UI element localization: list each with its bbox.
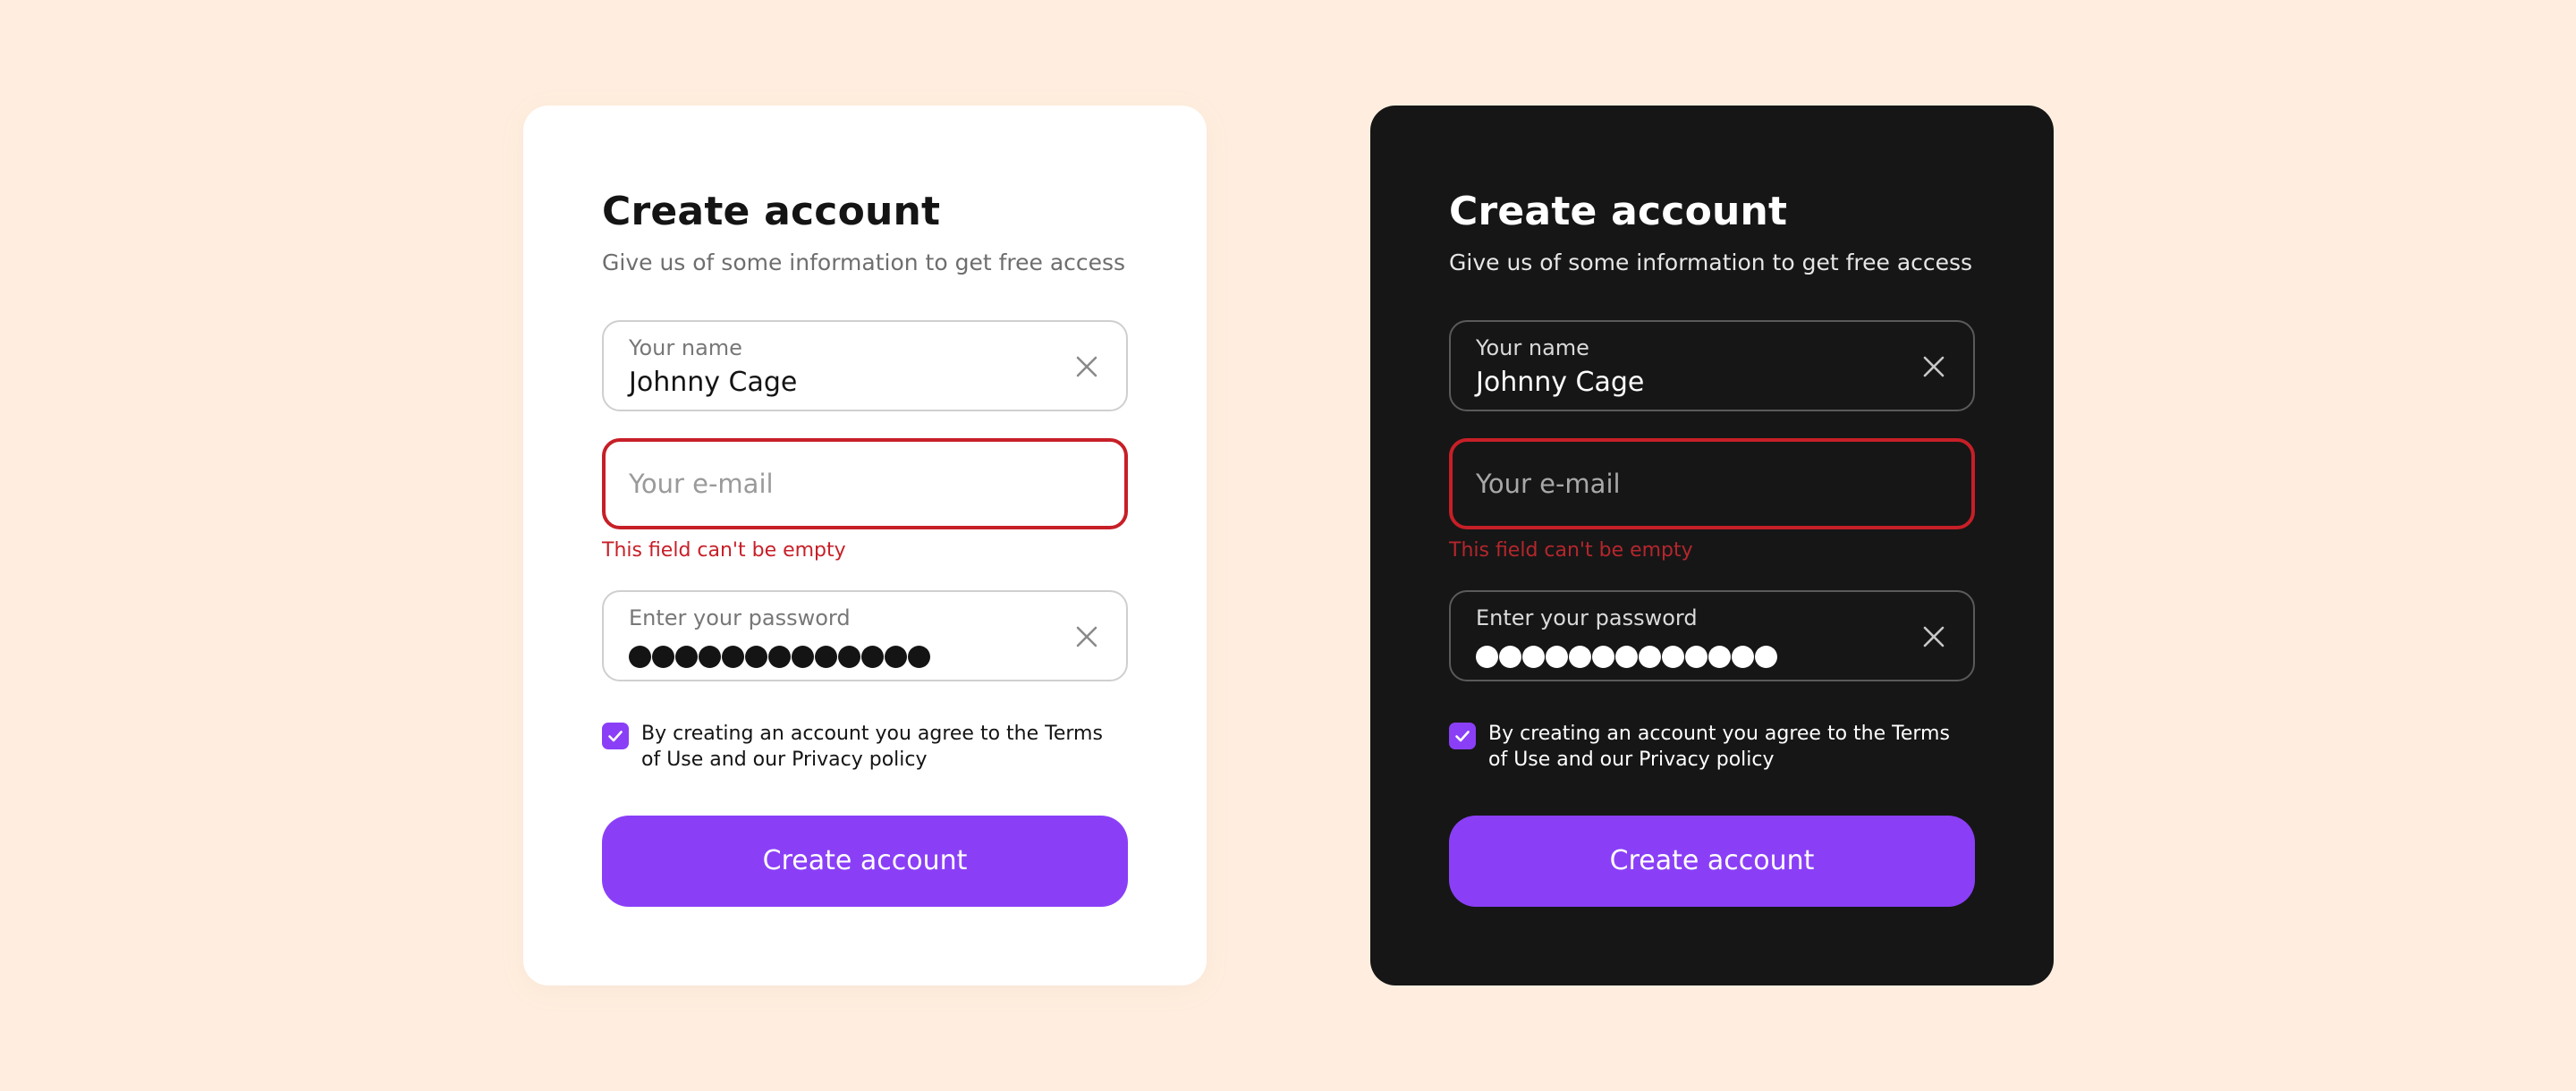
password-mask-dot: [1569, 646, 1591, 668]
password-mask-dot: [1476, 646, 1498, 668]
password-mask-dot: [745, 646, 767, 668]
close-icon[interactable]: [1074, 354, 1099, 379]
password-mask[interactable]: [629, 646, 930, 668]
password-mask-dot: [768, 646, 791, 668]
password-mask-dot: [722, 646, 744, 668]
page-subtitle: Give us of some information to get free …: [1449, 249, 1973, 275]
password-mask-dot: [908, 646, 930, 668]
terms-text: By creating an account you agree to the …: [641, 723, 1103, 771]
password-mask-dot: [652, 646, 674, 668]
password-field-label: Enter your password: [629, 605, 851, 630]
password-mask-dot: [838, 646, 860, 668]
page-subtitle: Give us of some information to get free …: [602, 249, 1126, 275]
close-icon[interactable]: [1074, 624, 1099, 649]
password-mask-dot: [1662, 646, 1684, 668]
terms-checkbox[interactable]: [602, 723, 629, 749]
password-mask-dot: [1546, 646, 1568, 668]
email-field[interactable]: Your e-mail: [1449, 438, 1975, 529]
password-mask-dot: [1592, 646, 1614, 668]
password-mask-dot: [1522, 646, 1545, 668]
password-mask-dot: [629, 646, 651, 668]
password-mask-dot: [1708, 646, 1731, 668]
create-account-card-dark: Create account Give us of some informati…: [1370, 106, 2054, 985]
close-icon[interactable]: [1921, 624, 1946, 649]
page-title: Create account: [602, 189, 941, 234]
password-mask[interactable]: [1476, 646, 1777, 668]
name-field-label: Your name: [1476, 335, 1589, 360]
password-field[interactable]: Enter your password: [1449, 590, 1975, 681]
email-error-message: This field can't be empty: [1449, 539, 1693, 562]
email-field-placeholder: Your e-mail: [1476, 469, 1621, 499]
close-icon[interactable]: [1921, 354, 1946, 379]
terms-agreement: By creating an account you agree to the …: [1449, 721, 1975, 773]
email-field-placeholder: Your e-mail: [629, 469, 774, 499]
name-field-label: Your name: [629, 335, 742, 360]
checkmark-icon: [608, 731, 623, 742]
password-mask-dot: [1499, 646, 1521, 668]
name-field[interactable]: Your name Johnny Cage: [602, 320, 1128, 411]
name-field-value[interactable]: Johnny Cage: [629, 367, 797, 399]
password-mask-dot: [815, 646, 837, 668]
password-field[interactable]: Enter your password: [602, 590, 1128, 681]
checkmark-icon: [1455, 731, 1470, 742]
password-mask-dot: [1685, 646, 1707, 668]
create-account-button[interactable]: Create account: [1449, 816, 1975, 907]
page-title: Create account: [1449, 189, 1788, 234]
password-mask-dot: [1755, 646, 1777, 668]
email-error-message: This field can't be empty: [602, 539, 846, 562]
password-mask-dot: [699, 646, 721, 668]
create-account-card-light: Create account Give us of some informati…: [523, 106, 1207, 985]
terms-checkbox[interactable]: [1449, 723, 1476, 749]
terms-agreement: By creating an account you agree to the …: [602, 721, 1128, 773]
name-field[interactable]: Your name Johnny Cage: [1449, 320, 1975, 411]
create-account-button[interactable]: Create account: [602, 816, 1128, 907]
password-mask-dot: [1732, 646, 1754, 668]
password-mask-dot: [861, 646, 884, 668]
password-mask-dot: [792, 646, 814, 668]
password-mask-dot: [1639, 646, 1661, 668]
password-mask-dot: [1615, 646, 1638, 668]
password-mask-dot: [675, 646, 698, 668]
email-field[interactable]: Your e-mail: [602, 438, 1128, 529]
password-field-label: Enter your password: [1476, 605, 1698, 630]
terms-text: By creating an account you agree to the …: [1488, 723, 1950, 771]
name-field-value[interactable]: Johnny Cage: [1476, 367, 1644, 399]
password-mask-dot: [885, 646, 907, 668]
